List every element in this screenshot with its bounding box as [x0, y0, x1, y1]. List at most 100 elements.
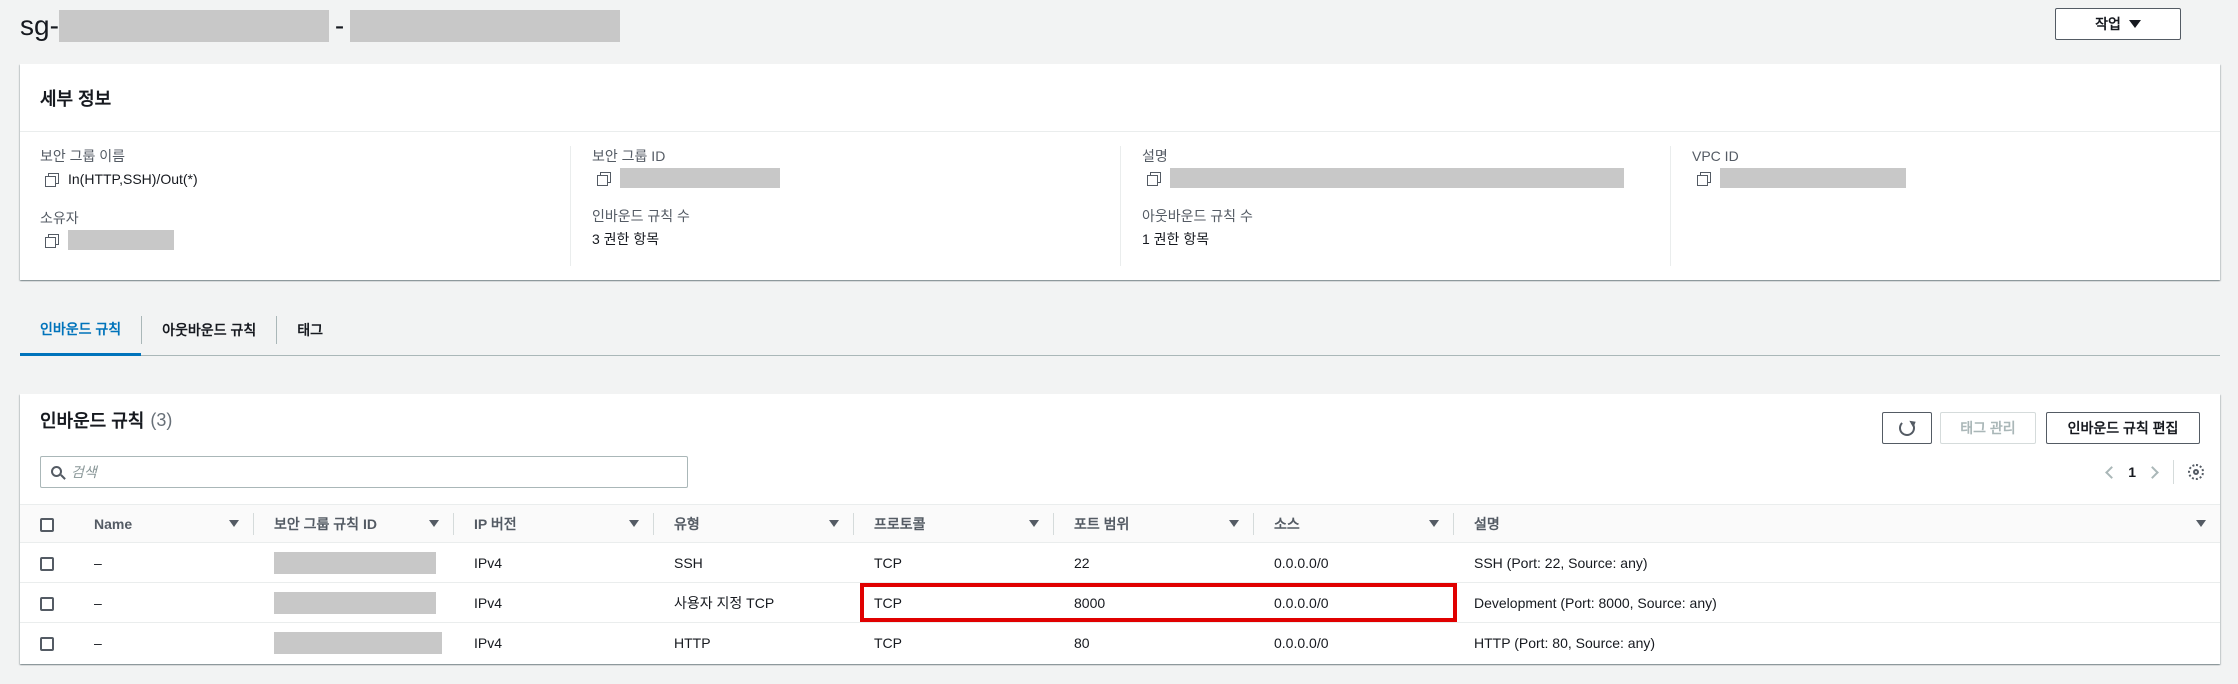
tab-outbound-rules[interactable]: 아웃바운드 규칙: [142, 304, 276, 356]
redacted-vpc-id: [1720, 168, 1906, 188]
select-all-checkbox[interactable]: [40, 517, 54, 532]
col-ip-version[interactable]: IP 버전: [454, 504, 654, 543]
redacted-owner: [68, 230, 174, 250]
details-col-3: 설명 아웃바운드 규칙 수 1 권한 항목: [1120, 146, 1650, 266]
sort-down-icon[interactable]: [2196, 520, 2206, 527]
sort-down-icon[interactable]: [1029, 520, 1039, 527]
redacted-sg-id: [58, 10, 329, 42]
cell-name: –: [74, 542, 254, 583]
cell-protocol: TCP: [874, 634, 902, 651]
details-col-2: 보안 그룹 ID 인바운드 규칙 수 3 권한 항목: [570, 146, 1100, 266]
copy-icon[interactable]: [596, 170, 612, 186]
sort-down-icon[interactable]: [629, 520, 639, 527]
tab-bar: 인바운드 규칙 아웃바운드 규칙 태그: [20, 304, 2220, 356]
row-checkbox[interactable]: [40, 596, 54, 611]
search-input[interactable]: [71, 464, 671, 480]
table-row[interactable]: – IPv4 SSH TCP 22 0.0.0.0/0 SSH (Port: 2…: [20, 542, 2220, 583]
actions-button[interactable]: 작업: [2055, 8, 2181, 40]
cell-description: SSH (Port: 22, Source: any): [1454, 542, 2220, 583]
col-rule-id-label: 보안 그룹 규칙 ID: [274, 515, 377, 532]
chevron-left-icon[interactable]: [2105, 465, 2119, 479]
details-heading: 세부 정보: [20, 64, 2220, 132]
col-rule-id[interactable]: 보안 그룹 규칙 ID: [254, 504, 454, 543]
sort-down-icon[interactable]: [1429, 520, 1439, 527]
inbound-count-label: 인바운드 규칙 수: [592, 208, 690, 224]
outbound-count-field: 아웃바운드 규칙 수 1 권한 항목: [1142, 206, 1650, 250]
refresh-icon: [1899, 420, 1915, 436]
cell-rule-id: [254, 542, 454, 583]
redacted-rule-id: [274, 631, 442, 654]
cell-description: Development (Port: 8000, Source: any): [1454, 582, 2220, 623]
copy-icon[interactable]: [44, 232, 60, 248]
table-row[interactable]: – IPv4 사용자 지정 TCP TCP 8000 0.0.0.0/0 Dev…: [20, 582, 2220, 623]
redacted-sg-name: [350, 10, 621, 42]
edit-inbound-rules-button[interactable]: 인바운드 규칙 편집: [2046, 412, 2200, 444]
search-box: [40, 456, 688, 488]
col-description[interactable]: 설명: [1454, 504, 2220, 543]
vpc-id-field: VPC ID: [1692, 146, 2200, 188]
vpc-id-label: VPC ID: [1692, 148, 1739, 164]
cell-name: –: [74, 582, 254, 623]
sg-name-field: 보안 그룹 이름 In(HTTP,SSH)/Out(*): [40, 146, 570, 190]
redacted-sg-id-value: [620, 168, 780, 188]
copy-icon[interactable]: [44, 171, 60, 187]
redacted-description: [1170, 168, 1624, 188]
col-name[interactable]: Name: [74, 504, 254, 543]
page-number[interactable]: 1: [2128, 464, 2136, 480]
cell-port-range: 22: [1054, 542, 1254, 583]
chevron-right-icon[interactable]: [2146, 465, 2159, 479]
cell-protocol: TCP: [854, 582, 1054, 623]
cell-ip-version: IPv4: [454, 542, 654, 583]
description-label: 설명: [1142, 148, 1168, 164]
col-type-label: 유형: [674, 515, 700, 532]
details-col-1: 보안 그룹 이름 In(HTTP,SSH)/Out(*) 소유자: [40, 146, 570, 268]
title-prefix: sg-: [20, 10, 59, 41]
col-type[interactable]: 유형: [654, 504, 854, 543]
redacted-rule-id: [274, 551, 436, 574]
sg-name-value: In(HTTP,SSH)/Out(*): [68, 171, 198, 187]
tab-tags[interactable]: 태그: [277, 304, 343, 356]
col-protocol-label: 프로토콜: [874, 515, 926, 532]
owner-label: 소유자: [40, 210, 79, 226]
owner-field: 소유자: [40, 208, 570, 250]
copy-icon[interactable]: [1696, 170, 1712, 186]
cell-ip-version: IPv4: [474, 634, 503, 651]
caret-down-icon: [2128, 20, 2141, 28]
details-col-4: VPC ID: [1670, 146, 2200, 266]
manage-tags-button[interactable]: 태그 관리: [1940, 412, 2036, 444]
cell-type: HTTP: [674, 634, 711, 651]
col-ip-version-label: IP 버전: [474, 515, 517, 532]
gear-icon[interactable]: [2188, 464, 2204, 480]
col-port-range[interactable]: 포트 범위: [1054, 504, 1254, 543]
col-protocol[interactable]: 프로토콜: [854, 504, 1054, 543]
outbound-count-value: 1 권한 항목: [1142, 231, 1210, 247]
refresh-button[interactable]: [1882, 412, 1932, 444]
col-description-label: 설명: [1474, 515, 1500, 532]
inbound-rules-panel: 인바운드 규칙 (3) 태그 관리 인바운드 규칙 편집 1 Name 보안 그…: [20, 394, 2220, 664]
table-header-row: Name 보안 그룹 규칙 ID IP 버전 유형 프로토콜 포트 범위 소스 …: [20, 504, 2220, 543]
sort-down-icon[interactable]: [1229, 520, 1239, 527]
col-source[interactable]: 소스: [1254, 504, 1454, 543]
cell-source: 0.0.0.0/0: [1274, 634, 1329, 651]
search-icon: [51, 466, 62, 477]
cell-source: 0.0.0.0/0: [1254, 542, 1454, 583]
sort-down-icon[interactable]: [829, 520, 839, 527]
tab-inbound-rules[interactable]: 인바운드 규칙: [20, 304, 142, 356]
table-row[interactable]: – IPv4 HTTP TCP 80 0.0.0.0/0 HTTP (Port:…: [20, 623, 2220, 663]
copy-icon[interactable]: [1146, 170, 1162, 186]
col-source-label: 소스: [1274, 515, 1300, 532]
row-checkbox[interactable]: [40, 636, 54, 651]
pagination: 1: [2091, 456, 2220, 488]
title-dash: -: [334, 10, 345, 41]
details-panel: 세부 정보 보안 그룹 이름 In(HTTP,SSH)/Out(*) 소유자 보…: [20, 64, 2220, 280]
sg-id-label: 보안 그룹 ID: [592, 148, 666, 164]
outbound-count-label: 아웃바운드 규칙 수: [1142, 208, 1253, 224]
inbound-count-value: 3 권한 항목: [592, 231, 660, 247]
sg-id-field: 보안 그룹 ID: [592, 146, 1100, 188]
sort-down-icon[interactable]: [429, 520, 439, 527]
row-checkbox[interactable]: [40, 556, 54, 571]
inbound-count-field: 인바운드 규칙 수 3 권한 항목: [592, 206, 1100, 250]
description-field: 설명: [1142, 146, 1650, 188]
col-port-range-label: 포트 범위: [1074, 515, 1130, 532]
sort-down-icon[interactable]: [229, 520, 239, 527]
